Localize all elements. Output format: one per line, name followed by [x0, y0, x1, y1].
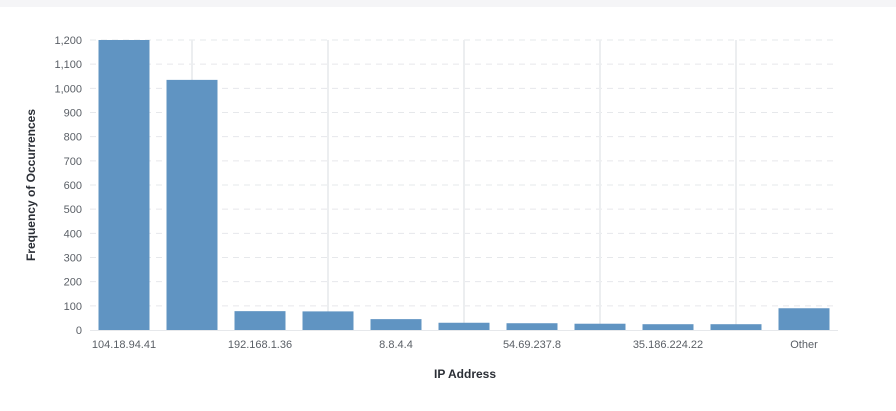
x-tick-label: Other: [790, 339, 818, 351]
x-tick-label: 54.69.237.8: [503, 339, 561, 351]
y-tick-label: 500: [64, 204, 82, 216]
x-tick-label: 35.186.224.22: [633, 339, 703, 351]
bar[interactable]: [506, 323, 558, 330]
bar[interactable]: [98, 40, 150, 330]
bar[interactable]: [642, 324, 694, 330]
bar[interactable]: [778, 308, 830, 330]
chart-svg: 0 100 200 300 400 500 600 700 800 900 1,000 1,100 1,…: [24, 35, 838, 381]
y-axis-title: Frequency of Occurrences: [24, 109, 38, 261]
bar[interactable]: [574, 323, 626, 330]
y-tick-label: 0: [76, 325, 82, 337]
y-tick-label: 700: [64, 156, 82, 168]
x-tick-label: 104.18.94.41: [92, 339, 156, 351]
x-axis-ticks: 104.18.94.41 192.168.1.36 8.8.4.4 54.69.237…: [92, 339, 818, 351]
y-axis-ticks: 0 100 200 300 400 500 600 700 800 900 1,000 1,100 1,…: [54, 35, 82, 337]
bar[interactable]: [166, 79, 218, 330]
bar[interactable]: [710, 324, 762, 330]
y-tick-label: 400: [64, 228, 82, 240]
bar[interactable]: [438, 322, 490, 330]
y-tick-label: 600: [64, 180, 82, 192]
y-tick-label: 100: [64, 301, 82, 313]
x-tick-label: 192.168.1.36: [228, 339, 292, 351]
y-tick-label: 800: [64, 132, 82, 144]
y-tick-label: 1,200: [54, 35, 82, 47]
x-tick-label: 8.8.4.4: [379, 339, 413, 351]
bar[interactable]: [234, 311, 286, 330]
y-tick-label: 300: [64, 253, 82, 265]
bar[interactable]: [302, 311, 354, 330]
y-tick-label: 1,100: [54, 59, 82, 71]
y-tick-label: 900: [64, 108, 82, 120]
y-tick-label: 1,000: [54, 83, 82, 95]
x-axis-title: IP Address: [434, 367, 496, 381]
y-tick-label: 200: [64, 277, 82, 289]
bar[interactable]: [370, 319, 422, 330]
bar-chart: 0 100 200 300 400 500 600 700 800 900 1,000 1,100 1,…: [0, 0, 896, 406]
